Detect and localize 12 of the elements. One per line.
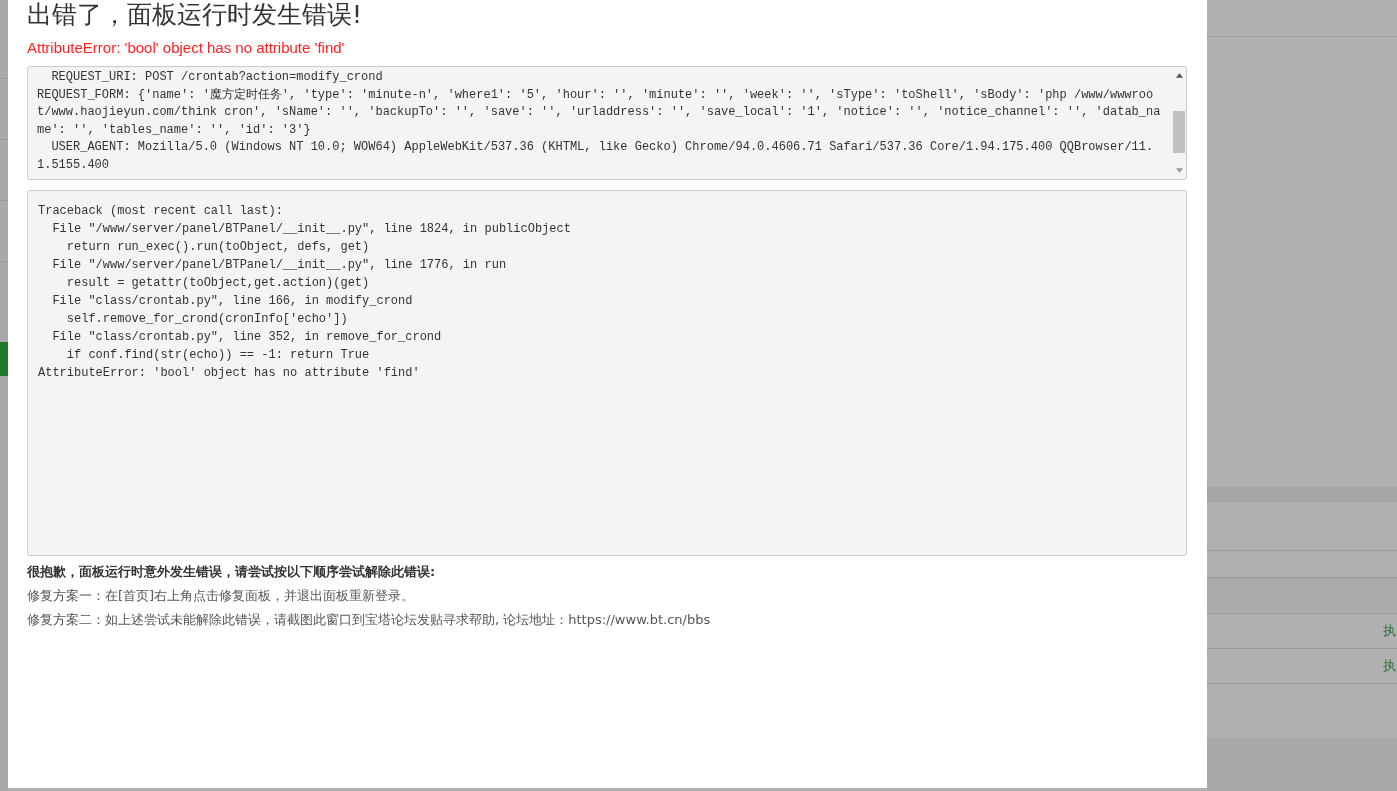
scroll-up-icon[interactable] (1174, 72, 1184, 78)
help-step: 修复方案一：在[首页]右上角点击修复面板，并退出面板重新登录。 (27, 586, 1187, 606)
scroll-thumb[interactable] (1173, 111, 1185, 153)
help-step: 修复方案二：如上述尝试未能解除此错误，请截图此窗口到宝塔论坛发贴寻求帮助, 论坛地址：https://www.bt.cn/bbs (27, 610, 1187, 630)
request-info-text: REQUEST_URI: POST /crontab?action=modify_crond REQUEST_FORM: {'name': '魔方定时任务', 'type': 'minute-n', 'where1': '5', 'hour': '', 'minute': '', 'week': '', 'sType': 'toShell', 'sBody': 'php /www/wwwroo t/www.haojieyun.com/think cron', 'sName': '', 'backupTo': '', 'save': '', 'urladdress': '', 'save_local': '1', 'notice': '', 'notice_channel': '', 'datab_na me': '', 'tables_name': '', 'id': '3'} USER_AGENT: Mozilla/5.0 (Windows NT 10.0; WOW64) AppleWebKit/537.36 (KHTML, like Gecko) Chrome/94.0.4606.71 Safari/537.36 Core/1.94.175.400 QQBrowser/11. 1.5155.400 (36, 69, 1162, 174)
action-link[interactable]: 执 (1383, 657, 1396, 675)
dialog-title: 出错了，面板运行时发生错误! (27, 0, 364, 30)
help-heading: 很抱歉，面板运行时意外发生错误，请尝试按以下顺序尝试解除此错误: (27, 563, 437, 581)
traceback-text: Traceback (most recent call last): File "/www/server/panel/BTPanel/__init__.py", line 1824, in publicObject return run_exec().run(toObject, defs, get) File "/www/server/panel/BTPanel/__init__.py", line 1776, in run result = getattr(toObject,get.action)(get) File "class/crontab.py", line 166, in modify_crond self.remove_for_crond(cronInfo['echo']) File "class/crontab.py", line 352, in remove_for_crond if conf.find(str(echo)) == -1: return True AttributeError: 'bool' object has no attribute 'find' (38, 203, 572, 382)
scroll-down-icon[interactable] (1174, 168, 1184, 174)
action-link[interactable]: 执 (1383, 622, 1396, 640)
error-message: AttributeError: 'bool' object has no attribute 'find' (27, 38, 346, 58)
